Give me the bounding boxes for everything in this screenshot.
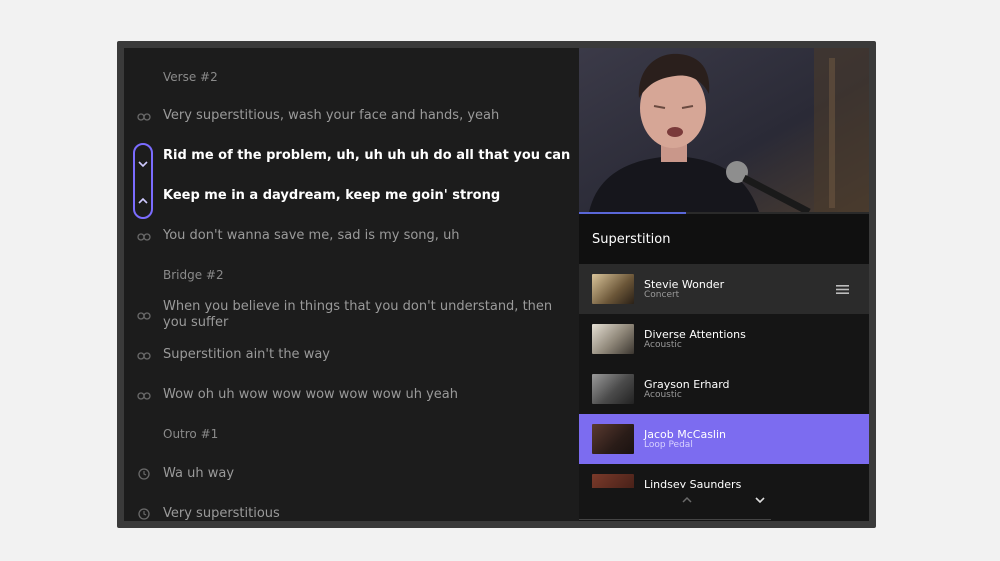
lyric-text: Very superstitious, wash your face and h…: [163, 108, 500, 123]
sync-icon[interactable]: [138, 508, 150, 520]
version-style: Acoustic: [644, 390, 682, 400]
loop-icon[interactable]: [137, 112, 151, 122]
chevron-down-icon[interactable]: [755, 497, 765, 504]
versions-list[interactable]: Stevie Wonder Concert Diverse Attentions…: [579, 264, 869, 514]
version-item-selected[interactable]: Jacob McCaslin Loop Pedal: [579, 414, 869, 464]
video-player[interactable]: [579, 48, 869, 212]
version-style: Concert: [644, 290, 680, 300]
drag-handle-icon[interactable]: [836, 285, 849, 294]
version-item[interactable]: Grayson Erhard Acoustic: [579, 364, 869, 414]
lyric-text: Superstition ain't the way: [163, 347, 330, 362]
chevron-down-icon[interactable]: [138, 161, 148, 168]
version-thumbnail: [592, 324, 634, 354]
version-item[interactable]: Diverse Attentions Acoustic: [579, 314, 869, 364]
loop-icon[interactable]: [137, 232, 151, 242]
loop-icon[interactable]: [137, 391, 151, 401]
singer-video-frame: [579, 48, 869, 212]
version-thumbnail: [592, 274, 634, 304]
section-label: Bridge #2: [163, 268, 224, 282]
version-thumbnail: [592, 374, 634, 404]
lyric-text: Rid me of the problem, uh, uh uh uh do a…: [163, 148, 571, 163]
chevron-up-icon[interactable]: [138, 197, 148, 204]
loop-icon[interactable]: [137, 311, 151, 321]
sync-icon[interactable]: [138, 468, 150, 480]
app-screen: Verse #2 Very superstitious, wash your f…: [124, 48, 869, 521]
chevron-up-icon[interactable]: [682, 496, 692, 503]
lyric-text: Keep me in a daydream, keep me goin' str…: [163, 188, 501, 203]
player-panel: Superstition Stevie Wonder Concert Diver…: [579, 48, 869, 521]
version-item[interactable]: Stevie Wonder Concert: [579, 264, 869, 314]
lyric-text: Very superstitious: [163, 506, 280, 521]
version-thumbnail: [592, 424, 634, 454]
lyric-text: You don't wanna save me, sad is my song,…: [163, 228, 460, 243]
section-label: Verse #2: [163, 70, 218, 84]
pager-divider: [579, 519, 771, 520]
lyric-text: Wow oh uh wow wow wow wow wow uh yeah: [163, 387, 459, 402]
version-style: Acoustic: [644, 340, 682, 350]
list-pager: [579, 488, 869, 514]
lyric-text: Wa uh way: [163, 466, 235, 481]
version-style: Loop Pedal: [644, 440, 693, 450]
loop-icon[interactable]: [137, 351, 151, 361]
lyric-text: When you believe in things that you don'…: [163, 299, 553, 330]
section-label: Outro #1: [163, 427, 219, 441]
song-header: Superstition: [579, 214, 869, 264]
song-title: Superstition: [592, 232, 671, 247]
lyrics-panel[interactable]: Verse #2 Very superstitious, wash your f…: [124, 48, 579, 521]
tablet-frame: Verse #2 Very superstitious, wash your f…: [117, 41, 876, 528]
loop-range-handle[interactable]: [133, 143, 153, 219]
